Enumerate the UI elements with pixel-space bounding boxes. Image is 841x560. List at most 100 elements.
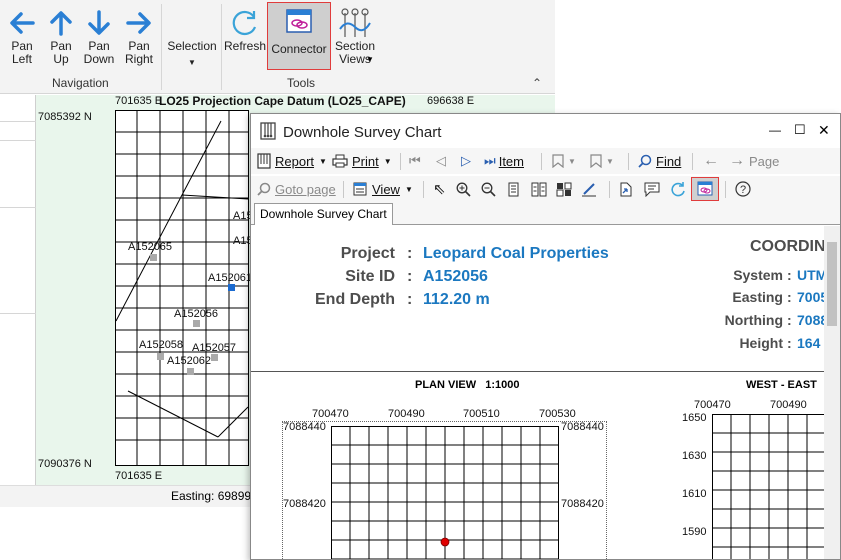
colon: : <box>787 335 792 351</box>
refresh-button[interactable]: Refresh <box>224 6 266 53</box>
export-icon <box>620 182 632 196</box>
export-button[interactable] <box>619 180 633 198</box>
bookmark-back-button[interactable]: ▼ <box>551 152 576 170</box>
toolbar-separator <box>692 153 693 170</box>
collapse-ribbon-icon[interactable]: ⌃ <box>532 76 542 90</box>
next-page-button[interactable]: ▷ <box>461 152 471 170</box>
connector-button[interactable]: Connector <box>267 2 331 70</box>
view-label: View <box>372 181 400 197</box>
pan-up-button[interactable]: Pan Up <box>40 6 82 66</box>
pan-right-button[interactable]: Pan Right <box>118 6 160 66</box>
selection-button[interactable]: Selection ▼ <box>164 40 220 69</box>
pointer-tool-button[interactable]: ⇖ <box>433 180 446 198</box>
close-button[interactable]: ✕ <box>818 122 830 139</box>
help-button[interactable]: ? <box>735 180 751 198</box>
section-view-grid <box>712 414 824 559</box>
toolbar-separator <box>343 181 344 198</box>
pan-left-label: Pan Left <box>11 39 33 66</box>
arrow-left-icon: ← <box>703 152 719 169</box>
find-button[interactable]: Find <box>638 152 681 170</box>
colon: : <box>407 291 413 308</box>
back-button[interactable]: ← <box>703 152 719 170</box>
printer-icon <box>332 154 348 168</box>
edit-pencil-icon <box>582 182 596 196</box>
tools-group-label: Tools <box>287 76 316 90</box>
connector-icon <box>268 5 330 39</box>
svg-text:?: ? <box>740 184 746 196</box>
toolbar-secondary: Goto page View ▼ ⇖ ? <box>251 176 840 202</box>
section-x-tick: 700470 <box>694 399 731 411</box>
view-menu[interactable]: View ▼ <box>353 180 413 198</box>
map-point-label: A152061 <box>208 272 253 284</box>
ribbon: Pan Left Pan Up Pan Down Pan Right Navig… <box>0 0 555 94</box>
minimize-button[interactable]: — <box>769 123 781 137</box>
bookmark-icon <box>552 154 564 168</box>
toolbar-separator <box>725 181 726 198</box>
project-label: Project <box>340 245 395 262</box>
scrollbar-thumb[interactable] <box>827 242 837 326</box>
dropdown-arrow-icon: ▼ <box>383 156 392 166</box>
downhole-survey-window: Downhole Survey Chart — ☐ ✕ Report ▼ Pri… <box>250 113 841 560</box>
section-y-tick: 1610 <box>682 488 707 500</box>
arrow-right-icon <box>118 6 160 40</box>
site-id-label: Site ID <box>345 268 395 285</box>
pan-right-label: Pan Right <box>124 39 153 66</box>
print-menu[interactable]: Print ▼ <box>332 152 392 170</box>
connector-toggle-button[interactable] <box>691 177 719 201</box>
first-page-button[interactable]: ⏮ <box>409 152 421 170</box>
colon: : <box>787 289 792 305</box>
single-page-button[interactable] <box>507 180 520 198</box>
section-views-icon <box>333 6 377 40</box>
title-bar: Downhole Survey Chart — ☐ ✕ <box>251 114 840 148</box>
last-item-button[interactable]: ⏭ Item <box>484 152 524 170</box>
tab-downhole-survey-chart[interactable]: Downhole Survey Chart <box>254 203 393 225</box>
comment-button[interactable] <box>644 180 660 198</box>
selection-label: Selection <box>167 39 217 53</box>
report-body: PLAN VIEW 1:1000 700470 700490 700510 70… <box>251 373 824 559</box>
find-label: Find <box>656 153 682 169</box>
height-label: Height <box>739 335 783 351</box>
map-canvas[interactable]: A152065 A15 A15 A152061 A152056 A152058 … <box>115 110 253 466</box>
dropdown-arrow-icon: ▼ <box>404 184 413 194</box>
arrow-left-icon <box>1 6 43 40</box>
plan-y-tick-left: 7088420 <box>283 498 326 510</box>
next-page-icon: ▷ <box>461 153 471 168</box>
status-easting: Easting: 698996 <box>171 489 258 503</box>
maximize-button[interactable]: ☐ <box>794 122 806 138</box>
panel-divider <box>0 140 36 141</box>
pan-down-button[interactable]: Pan Down <box>78 6 120 66</box>
goto-page-button[interactable]: Goto page <box>257 180 336 198</box>
toolbar-separator <box>628 153 629 170</box>
pan-left-button[interactable]: Pan Left <box>1 6 43 66</box>
multi-page-button[interactable] <box>556 180 572 198</box>
page-label: Page <box>749 153 780 169</box>
map-point-label: A152057 <box>192 342 237 354</box>
section-y-tick: 1590 <box>682 526 707 538</box>
ribbon-divider <box>161 4 162 90</box>
northing-value: 7088 <box>797 312 824 328</box>
map-top-right-easting: 696638 E <box>427 95 475 107</box>
easting-value: 7005 <box>797 289 824 305</box>
multi-page-icon <box>556 182 572 196</box>
ribbon-divider <box>221 4 222 90</box>
dropdown-arrow-icon: ▼ <box>319 156 327 166</box>
two-page-button[interactable] <box>531 180 547 198</box>
pan-up-label: Pan Up <box>50 39 72 66</box>
previous-page-button[interactable]: ◁ <box>436 152 446 170</box>
toolbar-primary: Report ▼ Print ▼ ⏮ ◁ ▷ ⏭ Item ▼ ▼ Find ←… <box>251 148 840 174</box>
map-bottom-easting: 701635 E <box>115 470 163 482</box>
report-menu[interactable]: Report ▼ <box>257 152 327 170</box>
page-forward-button[interactable]: → Page <box>729 152 779 170</box>
northing-label: Northing <box>724 312 783 328</box>
end-depth-value: 112.20 m <box>423 291 490 308</box>
bookmark-forward-button[interactable]: ▼ <box>589 152 614 170</box>
panel-divider <box>0 207 36 208</box>
height-value: 164 <box>797 335 821 351</box>
section-y-tick: 1630 <box>682 450 707 462</box>
vertical-scrollbar[interactable] <box>824 226 840 559</box>
zoom-in-button[interactable] <box>456 180 471 198</box>
edit-button[interactable] <box>581 180 597 198</box>
navigation-group-label: Navigation <box>52 76 109 90</box>
refresh-chart-button[interactable] <box>670 180 686 198</box>
zoom-out-button[interactable] <box>481 180 496 198</box>
